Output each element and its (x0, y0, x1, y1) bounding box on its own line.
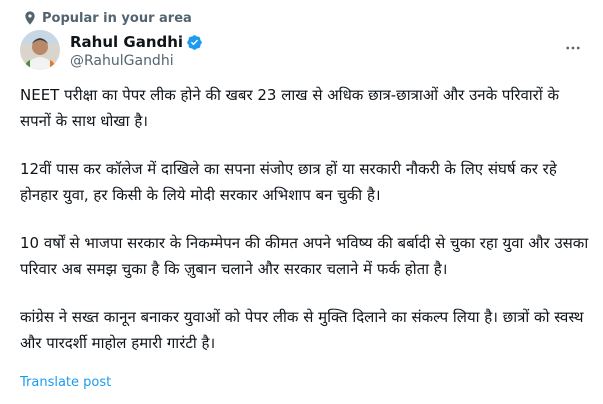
tweet-paragraph: 10 वर्षों से भाजपा सरकार के निकम्मेपन की… (20, 234, 589, 278)
context-label: Popular in your area (42, 10, 192, 26)
avatar-image (20, 30, 60, 70)
social-context: Popular in your area (25, 10, 192, 26)
author-display-name[interactable]: Rahul Gandhi (70, 33, 183, 51)
tweet-paragraph: कांग्रेस ने सख्त कानून बनाकर युवाओं को प… (20, 308, 584, 352)
translate-post-link[interactable]: Translate post (20, 375, 111, 390)
location-pin-icon (25, 11, 35, 25)
tweet-header: Rahul Gandhi @RahulGandhi (20, 30, 583, 74)
tweet-text: NEET परीक्षा का पेपर लीक होने की खबर 23 … (20, 82, 590, 356)
tweet-card[interactable]: Popular in your area Rahul Gandhi @Rahul… (0, 0, 603, 404)
author-names: Rahul Gandhi @RahulGandhi (70, 32, 203, 69)
tweet-paragraph: NEET परीक्षा का पेपर लीक होने की खबर 23 … (20, 86, 559, 130)
tweet-paragraph: 12वीं पास कर कॉलेज में दाखिले का सपना सं… (20, 160, 557, 204)
more-options-icon[interactable] (563, 38, 583, 58)
author-handle[interactable]: @RahulGandhi (70, 53, 203, 69)
avatar[interactable] (20, 30, 60, 70)
verified-badge-icon[interactable] (186, 34, 203, 51)
